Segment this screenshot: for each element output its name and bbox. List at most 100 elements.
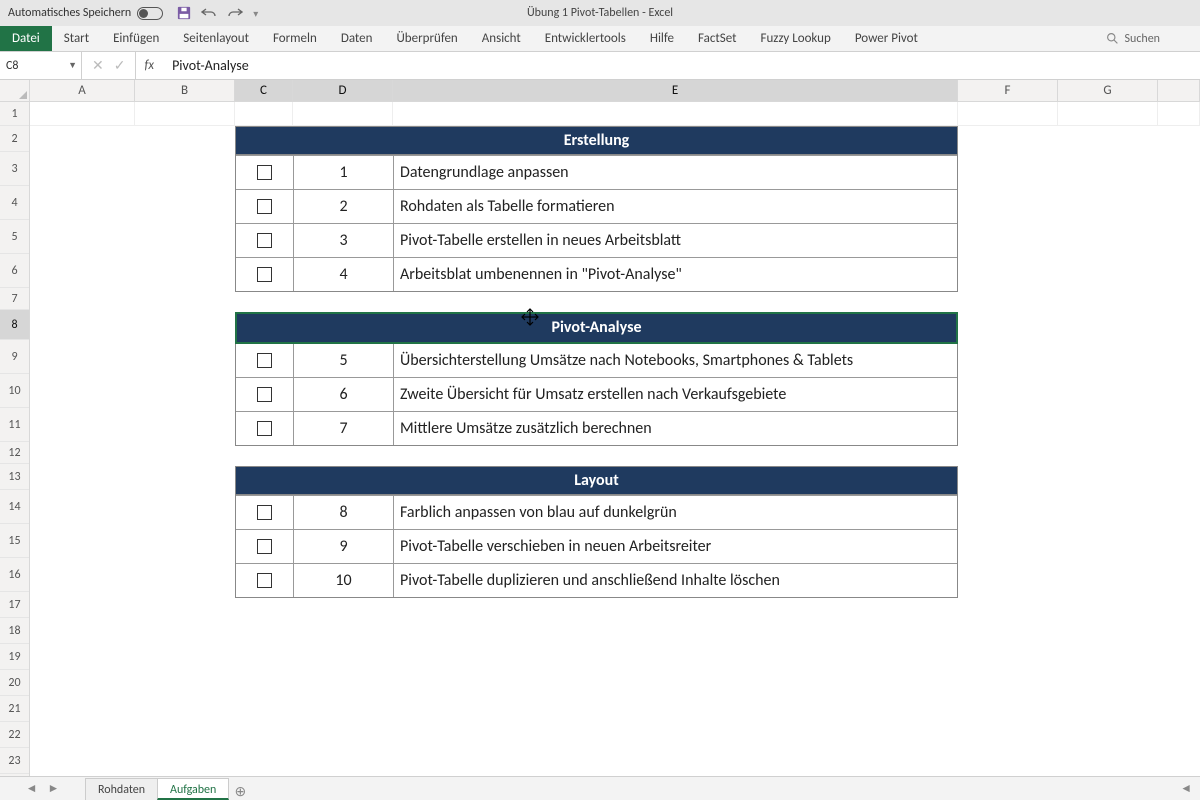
task-number[interactable]: 10 xyxy=(294,564,394,597)
row-header[interactable]: 5 xyxy=(0,220,29,254)
sheet-prev-icon[interactable]: ◄ xyxy=(26,781,38,796)
name-box[interactable]: C8 ▼ xyxy=(0,52,82,79)
fx-icon[interactable]: fx xyxy=(136,52,162,79)
task-number[interactable]: 6 xyxy=(294,378,394,411)
row-header[interactable]: 12 xyxy=(0,442,29,464)
tab-powerpivot[interactable]: Power Pivot xyxy=(843,26,930,51)
task-row: 2 Rohdaten als Tabelle formatieren xyxy=(236,189,957,223)
task-text[interactable]: Zweite Übersicht für Umsatz erstellen na… xyxy=(394,378,957,411)
undo-icon[interactable] xyxy=(201,7,217,19)
task-text[interactable]: Arbeitsblat umbenennen in "Pivot-Analyse… xyxy=(394,258,957,291)
cells-area[interactable]: Erstellung 1 Datengrundlage anpassen 2 R… xyxy=(30,102,1200,776)
checkbox[interactable] xyxy=(257,233,272,248)
row-header[interactable]: 2 xyxy=(0,126,29,152)
checkbox[interactable] xyxy=(257,539,272,554)
task-number[interactable]: 1 xyxy=(294,156,394,189)
save-icon[interactable] xyxy=(177,6,191,20)
sheet-tab-aufgaben[interactable]: Aufgaben xyxy=(157,778,229,800)
select-all-corner[interactable] xyxy=(0,80,30,101)
checkbox[interactable] xyxy=(257,421,272,436)
task-text[interactable]: Pivot-Tabelle erstellen in neues Arbeits… xyxy=(394,224,957,257)
task-number[interactable]: 3 xyxy=(294,224,394,257)
row-header[interactable]: 21 xyxy=(0,696,29,722)
task-number[interactable]: 8 xyxy=(294,496,394,529)
checkbox[interactable] xyxy=(257,267,272,282)
col-header-C[interactable]: C xyxy=(235,80,293,101)
sheet-next-icon[interactable]: ► xyxy=(48,781,60,796)
tab-hilfe[interactable]: Hilfe xyxy=(638,26,686,51)
checkbox[interactable] xyxy=(257,387,272,402)
task-row: 5 Übersichterstellung Umsätze nach Noteb… xyxy=(236,343,957,377)
checkbox[interactable] xyxy=(257,505,272,520)
task-text[interactable]: Pivot-Tabelle duplizieren und anschließe… xyxy=(394,564,957,597)
row-header[interactable]: 3 xyxy=(0,152,29,186)
row-header[interactable]: 7 xyxy=(0,288,29,310)
tab-formeln[interactable]: Formeln xyxy=(261,26,329,51)
col-header-D[interactable]: D xyxy=(293,80,393,101)
row-header[interactable]: 4 xyxy=(0,186,29,220)
row-header[interactable]: 16 xyxy=(0,558,29,592)
row-header[interactable]: 18 xyxy=(0,618,29,644)
tab-fuzzylookup[interactable]: Fuzzy Lookup xyxy=(748,26,842,51)
task-text[interactable]: Pivot-Tabelle verschieben in neuen Arbei… xyxy=(394,530,957,563)
task-number[interactable]: 5 xyxy=(294,344,394,377)
table-header-erstellung[interactable]: Erstellung xyxy=(236,127,957,155)
cancel-icon[interactable]: ✕ xyxy=(92,57,104,74)
col-header-F[interactable]: F xyxy=(958,80,1058,101)
task-number[interactable]: 2 xyxy=(294,190,394,223)
row-header[interactable]: 22 xyxy=(0,722,29,748)
row-header[interactable]: 13 xyxy=(0,464,29,490)
tab-file[interactable]: Datei xyxy=(0,26,52,51)
row-header[interactable]: 19 xyxy=(0,644,29,670)
table-header-pivot-analyse[interactable]: Pivot-Analyse xyxy=(236,313,957,343)
row-header[interactable]: 20 xyxy=(0,670,29,696)
row-header[interactable]: 23 xyxy=(0,748,29,774)
qat-customize-icon[interactable]: ▾ xyxy=(253,7,258,20)
row-header[interactable]: 11 xyxy=(0,408,29,442)
tab-einfuegen[interactable]: Einfügen xyxy=(101,26,171,51)
col-header-E[interactable]: E xyxy=(393,80,958,101)
task-text[interactable]: Farblich anpassen von blau auf dunkelgrü… xyxy=(394,496,957,529)
col-header-rest[interactable] xyxy=(1158,80,1200,101)
add-sheet-button[interactable]: ⊕ xyxy=(228,783,252,800)
row-header[interactable]: 6 xyxy=(0,254,29,288)
autosave-toggle[interactable] xyxy=(137,7,163,20)
tab-ueberpruefen[interactable]: Überprüfen xyxy=(384,26,469,51)
tab-factset[interactable]: FactSet xyxy=(686,26,748,51)
task-text[interactable]: Datengrundlage anpassen xyxy=(394,156,957,189)
task-number[interactable]: 4 xyxy=(294,258,394,291)
col-header-B[interactable]: B xyxy=(135,80,235,101)
task-number[interactable]: 7 xyxy=(294,412,394,445)
row-header[interactable]: 1 xyxy=(0,102,29,126)
table-header-layout[interactable]: Layout xyxy=(236,467,957,495)
tab-ansicht[interactable]: Ansicht xyxy=(470,26,533,51)
scroll-left-icon[interactable]: ◄ xyxy=(1180,781,1192,796)
redo-icon[interactable] xyxy=(227,7,243,19)
sheet-tabs: Rohdaten Aufgaben ⊕ xyxy=(85,777,252,800)
row-header[interactable]: 9 xyxy=(0,340,29,374)
row-header[interactable]: 10 xyxy=(0,374,29,408)
tab-start[interactable]: Start xyxy=(52,26,101,51)
tab-daten[interactable]: Daten xyxy=(329,26,385,51)
task-text[interactable]: Rohdaten als Tabelle formatieren xyxy=(394,190,957,223)
task-text[interactable]: Übersichterstellung Umsätze nach Noteboo… xyxy=(394,344,957,377)
checkbox[interactable] xyxy=(257,165,272,180)
row-header[interactable]: 15 xyxy=(0,524,29,558)
checkbox[interactable] xyxy=(257,353,272,368)
formula-input[interactable]: Pivot-Analyse xyxy=(162,52,1200,79)
col-header-A[interactable]: A xyxy=(30,80,135,101)
row-header[interactable]: 8 xyxy=(0,310,29,340)
confirm-icon[interactable]: ✓ xyxy=(114,57,126,74)
tab-entwicklertools[interactable]: Entwicklertools xyxy=(533,26,638,51)
task-number[interactable]: 9 xyxy=(294,530,394,563)
tab-seitenlayout[interactable]: Seitenlayout xyxy=(171,26,261,51)
sheet-tab-rohdaten[interactable]: Rohdaten xyxy=(85,778,158,800)
task-text[interactable]: Mittlere Umsätze zusätzlich berechnen xyxy=(394,412,957,445)
col-header-G[interactable]: G xyxy=(1058,80,1158,101)
task-row: 4 Arbeitsblat umbenennen in "Pivot-Analy… xyxy=(236,257,957,291)
checkbox[interactable] xyxy=(257,573,272,588)
search-box[interactable]: Suchen xyxy=(1106,26,1200,51)
row-header[interactable]: 14 xyxy=(0,490,29,524)
checkbox[interactable] xyxy=(257,199,272,214)
row-header[interactable]: 17 xyxy=(0,592,29,618)
